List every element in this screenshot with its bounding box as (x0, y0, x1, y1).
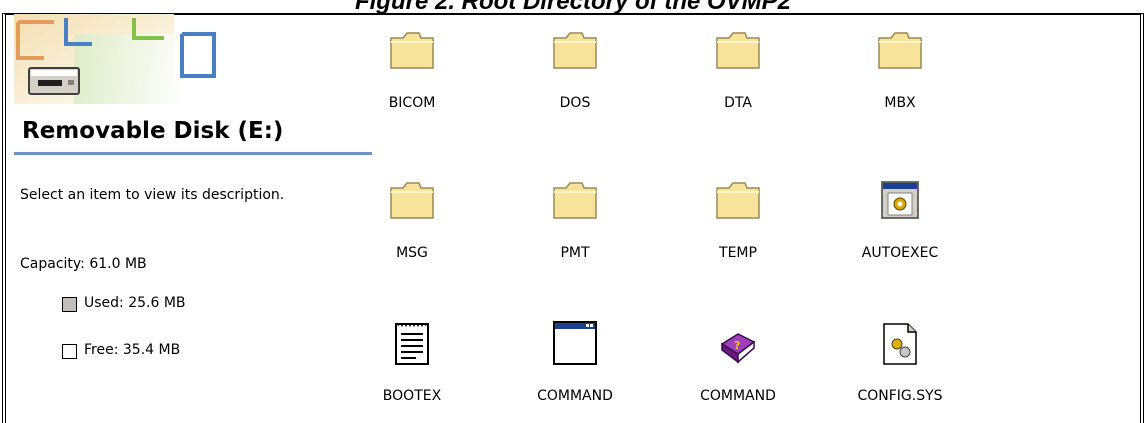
file-item-label: AUTOEXEC (861, 245, 939, 261)
system-file-icon (840, 318, 960, 366)
folder-icon (515, 172, 635, 220)
file-item-label: CONFIG.SYS (857, 388, 943, 404)
file-item-label: MBX (884, 95, 916, 111)
file-item-label: BOOTEX (382, 388, 442, 404)
file-item-label: DTA (724, 95, 752, 111)
text-file-icon (352, 318, 472, 366)
capacity-text: Capacity: 61.0 MB (20, 256, 147, 272)
description-hint: Select an item to view its description. (20, 187, 285, 203)
svg-text:?: ? (734, 339, 740, 352)
free-text: Free: 35.4 MB (84, 342, 181, 358)
help-book-icon: ? (678, 318, 798, 366)
folder-icon (678, 172, 798, 220)
folder-icon (515, 22, 635, 70)
figure-caption: Figure 2. Root Directory of the OVMP2 (354, 0, 792, 15)
used-legend-swatch (62, 297, 77, 312)
free-legend-swatch (62, 344, 77, 359)
drive-title: Removable Disk (E:) (22, 118, 284, 144)
batch-file-icon (840, 172, 960, 220)
folder-icon (678, 22, 798, 70)
file-item-label: DOS (559, 95, 591, 111)
file-item-label: MSG (396, 245, 428, 261)
folder-icon (840, 22, 960, 70)
used-text: Used: 25.6 MB (84, 295, 186, 311)
program-window-icon (515, 318, 635, 366)
title-divider (14, 152, 372, 155)
removable-drive-icon (28, 67, 80, 95)
file-item-label: COMMAND (537, 388, 613, 404)
file-item-label: BICOM (388, 95, 436, 111)
file-item-label: COMMAND (700, 388, 776, 404)
folder-icon (352, 22, 472, 70)
file-item-label: TEMP (719, 245, 757, 261)
folder-icon (352, 172, 472, 220)
file-item-label: PMT (560, 245, 590, 261)
